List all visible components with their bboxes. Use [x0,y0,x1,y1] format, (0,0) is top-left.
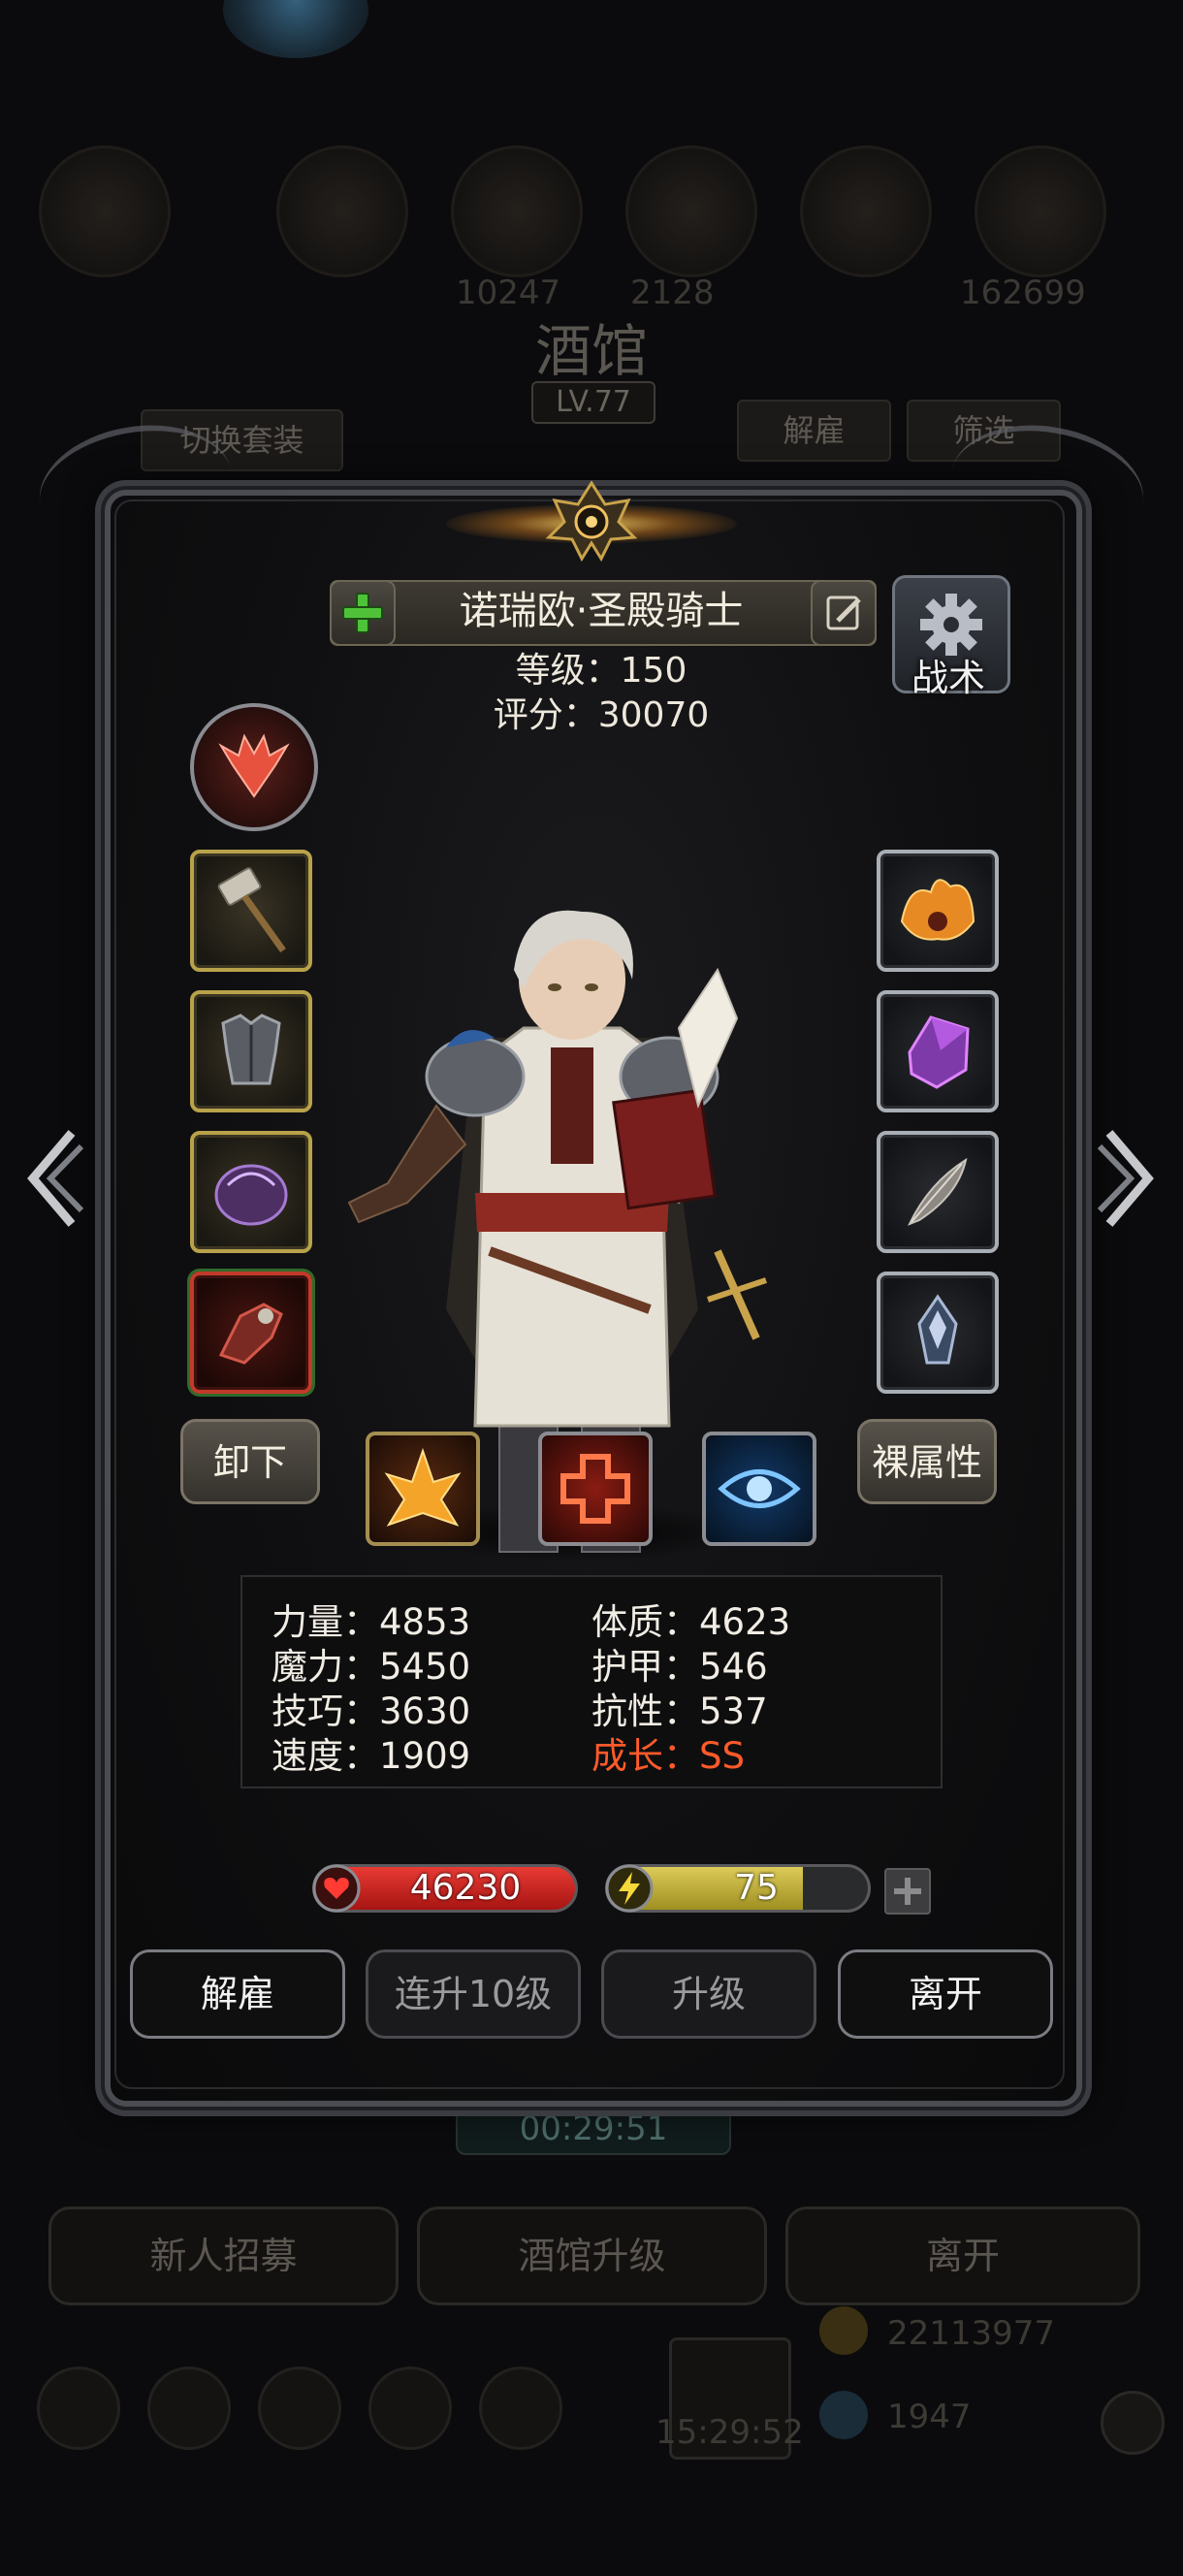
bg-dismiss-button[interactable]: 解雇 [737,400,891,462]
stat-magic: 魔力：5450 [272,1646,471,1688]
equip-slot-feather[interactable] [877,1131,999,1253]
equip-slot-gauntlet[interactable] [190,1272,312,1394]
dismiss-button[interactable]: 解雇 [130,1949,345,2039]
level-up-10-button[interactable]: 连升10级 [366,1949,581,2039]
equip-slot-gem[interactable] [877,990,999,1112]
hero-level: 等级：150 [515,651,687,691]
bg-hero-slot-6 [975,145,1106,277]
badge-icon [917,1294,958,1365]
tavern-title: 酒馆 [534,318,648,384]
feather-icon [907,1157,968,1226]
add-currency-icon[interactable] [1101,2391,1165,2455]
flame-burst-icon [384,1447,462,1527]
faction-badge[interactable] [190,703,318,831]
equip-slot-armor[interactable] [190,990,312,1112]
equip-slot-ring[interactable] [877,850,999,972]
heal-cross-icon [560,1454,630,1524]
gold-coin-icon [819,2306,868,2355]
stat-strength: 力量：4853 [272,1601,471,1643]
bg-hero-slot-1 [39,145,171,277]
hp-value: 46230 [409,1868,522,1908]
tavern-upgrade-button[interactable]: 酒馆升级 [417,2206,767,2305]
plus-icon [342,593,383,633]
demon-crest-icon [218,733,290,798]
stat-constitution: 体质：4623 [592,1601,791,1643]
gem-amount: 1947 [887,2398,972,2436]
eye-icon [718,1469,801,1508]
bg-hero-slot-4 [625,145,757,277]
prev-hero-arrow-icon[interactable] [17,1125,85,1232]
helmet-icon [214,1164,288,1226]
energy-value: 75 [734,1868,779,1908]
stat-speed: 速度：1909 [272,1735,471,1777]
next-hero-arrow-icon[interactable] [1096,1125,1164,1232]
add-button[interactable] [330,580,396,646]
top-avatar-orb [223,0,368,58]
equip-slot-helmet[interactable] [190,1131,312,1253]
bg-leave-button[interactable]: 离开 [785,2206,1140,2305]
equip-slot-badge[interactable] [877,1272,999,1394]
new-recruit-button[interactable]: 新人招募 [48,2206,399,2305]
unequip-button[interactable]: 卸下 [180,1419,320,1504]
menu-icon-2[interactable] [147,2367,231,2450]
stat-resistance: 抗性：537 [592,1690,768,1732]
equip-slot-weapon[interactable] [190,850,312,972]
skill-slot-2[interactable] [538,1432,653,1546]
edit-icon [826,596,861,630]
bg-hero-slot-5 [800,145,932,277]
leave-button[interactable]: 离开 [838,1949,1053,2039]
menu-icon-4[interactable] [368,2367,452,2450]
sun-emblem-icon [545,480,638,563]
menu-icon-1[interactable] [37,2367,120,2450]
crystal-icon [908,1015,970,1089]
stat-growth: 成长：SS [592,1735,745,1777]
armor-icon [221,1014,281,1085]
menu-icon-3[interactable] [258,2367,341,2450]
tavern-level: LV.77 [531,381,655,424]
gem-icon [819,2391,868,2439]
bg-hero-slot-3 [451,145,583,277]
fire-ring-icon [900,879,975,941]
hammer-icon [217,867,286,953]
gold-amount: 22113977 [887,2314,1056,2353]
gauntlet-icon [218,1303,283,1365]
skill-slot-1[interactable] [366,1432,480,1546]
clock-text: 15:29:52 [655,2413,804,2452]
base-attributes-button[interactable]: 裸属性 [857,1419,997,1504]
recruit-timer: 00:29:51 [456,2103,731,2155]
stat-skill: 技巧：3630 [272,1690,471,1732]
add-energy-button[interactable] [884,1868,931,1915]
level-up-button[interactable]: 升级 [601,1949,816,2039]
hero-name: 诺瑞欧·圣殿骑士 [459,589,744,633]
menu-icon-5[interactable] [479,2367,562,2450]
tactic-label: 战术 [911,657,985,699]
skill-slot-3[interactable] [702,1432,816,1546]
rename-button[interactable] [811,580,877,646]
bg-hero-slot-2 [276,145,408,277]
stat-armor: 护甲：546 [592,1646,768,1688]
plus-icon [894,1878,921,1905]
hero-score: 评分：30070 [493,695,710,735]
